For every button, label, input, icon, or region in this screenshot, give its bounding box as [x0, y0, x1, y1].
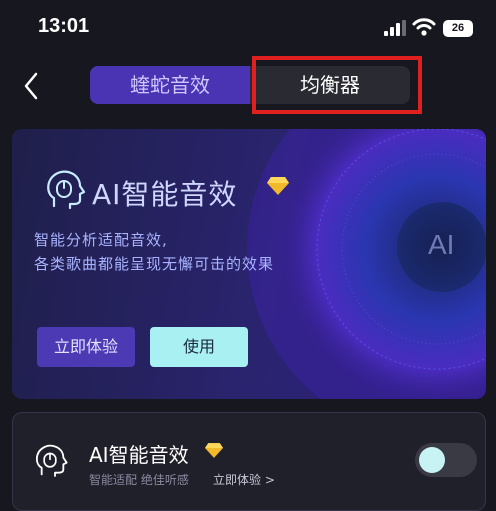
battery-indicator: 26	[443, 20, 473, 37]
ai-head-icon	[35, 444, 68, 477]
ai-sphere-badge: AI	[428, 229, 455, 260]
use-button[interactable]: 使用	[150, 327, 248, 367]
sound-mode-tabs: 蝰蛇音效 均衡器	[90, 66, 410, 104]
toggle-knob	[419, 447, 445, 473]
row-subtitle: 智能适配 绝佳听感	[89, 473, 189, 487]
ai-sound-toggle[interactable]	[415, 443, 477, 477]
tab-equalizer[interactable]: 均衡器	[250, 66, 410, 104]
try-now-link[interactable]: 立即体验 >	[213, 471, 275, 488]
ai-sound-hero-card: AI智能音效 智能分析适配音效, 各类歌曲都能呈现无懈可击的效果 AI 立即体验…	[12, 129, 486, 399]
hero-description-line2: 各类歌曲都能呈现无懈可击的效果	[34, 255, 275, 273]
hero-description-line1: 智能分析适配音效,	[34, 231, 168, 249]
back-chevron-icon[interactable]	[18, 70, 46, 102]
vip-diamond-icon	[205, 443, 223, 458]
try-now-button[interactable]: 立即体验	[37, 327, 135, 367]
status-bar: 13:01 26	[0, 0, 496, 58]
status-time: 13:01	[38, 15, 90, 37]
tab-viper-sound[interactable]: 蝰蛇音效	[90, 66, 250, 104]
ai-sound-setting-row: AI智能音效 智能适配 绝佳听感 立即体验 >	[12, 412, 486, 511]
ai-head-icon	[47, 170, 86, 210]
cellular-signal-icon	[384, 20, 406, 36]
hero-title: AI智能音效	[92, 178, 238, 211]
vip-diamond-icon	[267, 177, 289, 195]
wifi-icon	[412, 18, 436, 36]
row-title: AI智能音效	[89, 443, 189, 467]
